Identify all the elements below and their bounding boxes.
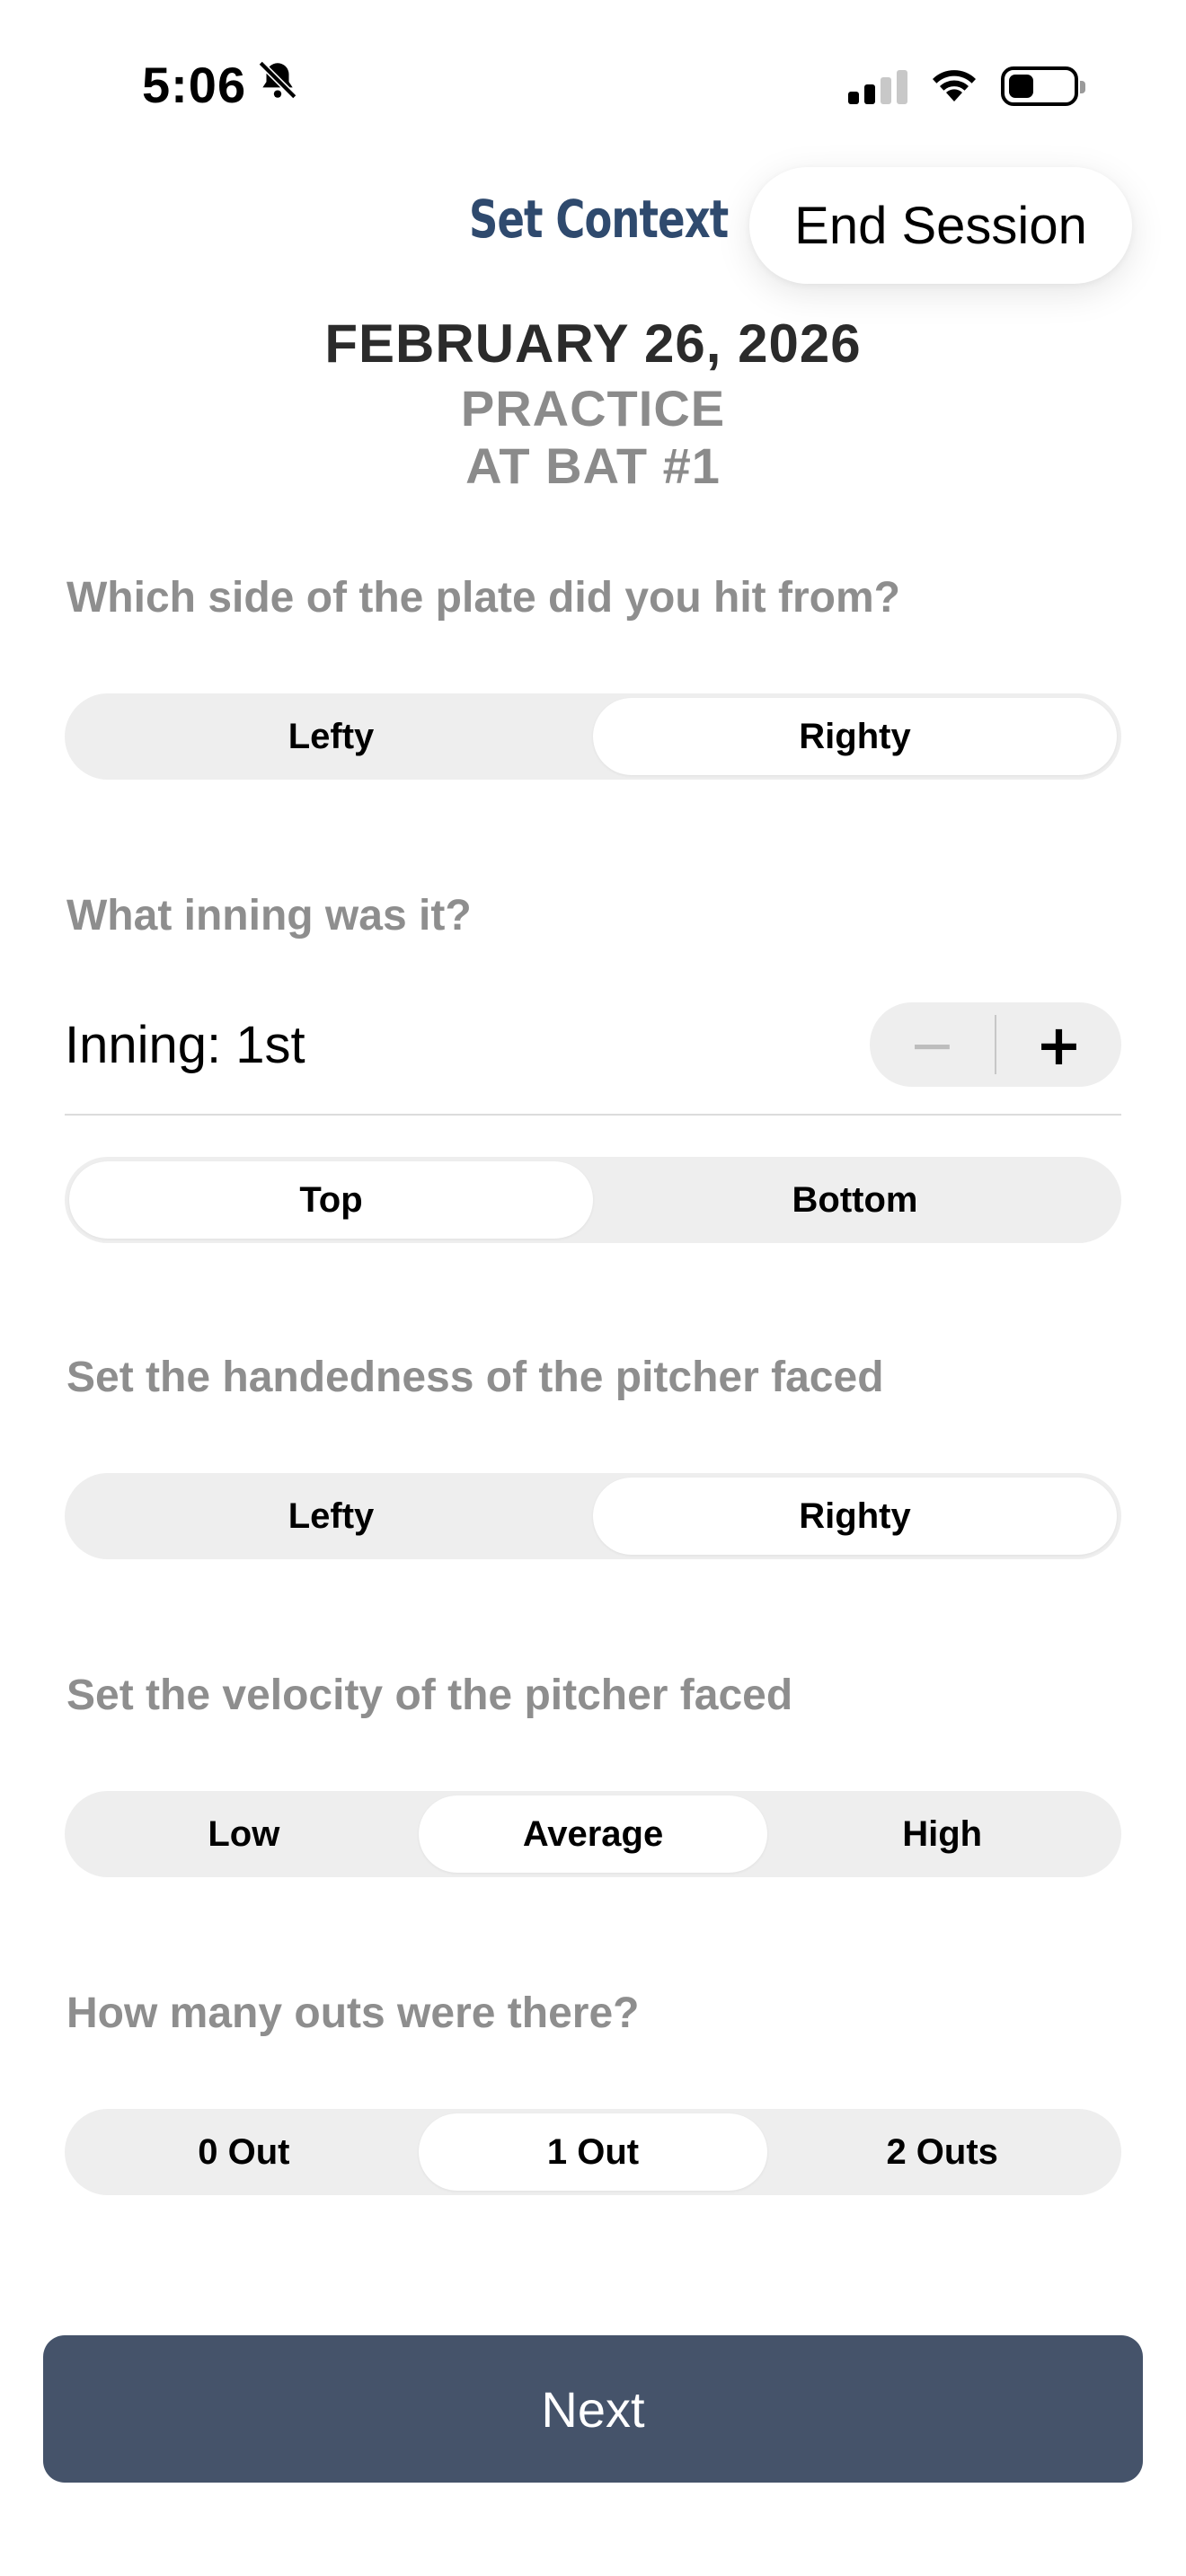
inning-question: What inning was it? bbox=[66, 892, 472, 940]
end-session-button[interactable]: End Session bbox=[749, 167, 1132, 284]
outs-question: How many outs were there? bbox=[66, 1989, 640, 2037]
velocity-segment: Low Average High bbox=[65, 1791, 1121, 1877]
status-indicators bbox=[848, 63, 1085, 109]
pitcher-hand-question: Set the handedness of the pitcher faced bbox=[66, 1354, 884, 1401]
outs-two-option[interactable]: 2 Outs bbox=[767, 2113, 1117, 2191]
inning-half-segment: Top Bottom bbox=[65, 1157, 1121, 1243]
inning-divider bbox=[65, 1114, 1121, 1116]
inning-stepper: − + bbox=[870, 1002, 1121, 1087]
battery-icon bbox=[1001, 66, 1085, 106]
outs-one-option[interactable]: 1 Out bbox=[418, 2113, 768, 2191]
set-context-screen: 5:06 Set Context End Session FEBRUARY 26… bbox=[0, 0, 1186, 2576]
page-title: Set Context bbox=[469, 189, 729, 250]
velocity-question: Set the velocity of the pitcher faced bbox=[66, 1672, 793, 1719]
bell-slash-icon bbox=[255, 56, 300, 114]
inning-top-option[interactable]: Top bbox=[69, 1161, 593, 1239]
batting-side-segment: Lefty Righty bbox=[65, 693, 1121, 780]
outs-zero-option[interactable]: 0 Out bbox=[69, 2113, 419, 2191]
inning-bottom-option[interactable]: Bottom bbox=[593, 1161, 1117, 1239]
pitcher-hand-segment: Lefty Righty bbox=[65, 1473, 1121, 1559]
inning-decrement-button[interactable]: − bbox=[870, 1002, 995, 1087]
outs-segment: 0 Out 1 Out 2 Outs bbox=[65, 2109, 1121, 2195]
batting-side-lefty-option[interactable]: Lefty bbox=[69, 698, 593, 775]
pitcher-lefty-option[interactable]: Lefty bbox=[69, 1478, 593, 1555]
cellular-signal-icon bbox=[848, 68, 907, 104]
battery-level-fill bbox=[1009, 74, 1034, 98]
velocity-low-option[interactable]: Low bbox=[69, 1795, 419, 1873]
session-type: PRACTICE bbox=[460, 380, 726, 437]
at-bat-number: AT BAT #1 bbox=[465, 437, 721, 494]
session-date: FEBRUARY 26, 2026 bbox=[324, 313, 862, 374]
next-button[interactable]: Next bbox=[43, 2335, 1143, 2483]
wifi-icon bbox=[927, 63, 981, 109]
inning-increment-button[interactable]: + bbox=[996, 1002, 1121, 1087]
velocity-average-option[interactable]: Average bbox=[418, 1795, 768, 1873]
batting-side-question: Which side of the plate did you hit from… bbox=[66, 574, 900, 622]
pitcher-righty-option[interactable]: Righty bbox=[593, 1478, 1117, 1555]
status-time-text: 5:06 bbox=[142, 57, 247, 113]
velocity-high-option[interactable]: High bbox=[767, 1795, 1117, 1873]
status-time: 5:06 bbox=[142, 56, 300, 114]
batting-side-righty-option[interactable]: Righty bbox=[593, 698, 1117, 775]
inning-value-label: Inning: 1st bbox=[65, 1016, 305, 1074]
